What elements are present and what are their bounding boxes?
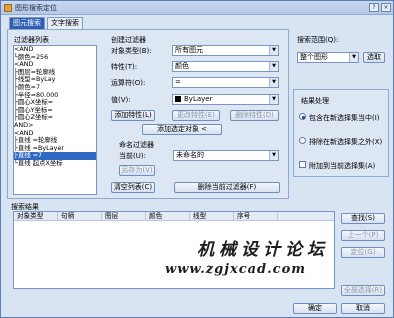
search-button[interactable]: 查找(S) bbox=[341, 213, 385, 224]
value-label: 值(V): bbox=[111, 96, 131, 104]
property-label: 特性(T): bbox=[111, 63, 138, 71]
create-filter-title: 创建过滤器 bbox=[111, 36, 146, 44]
delete-property-button[interactable]: 删除特性(D) bbox=[230, 110, 279, 121]
column-header[interactable]: 线型 bbox=[190, 212, 234, 221]
search-scope-label: 搜索范围(Q): bbox=[297, 36, 339, 44]
color-swatch bbox=[175, 96, 181, 102]
filter-list-item[interactable]: └直线 起点X坐标 bbox=[14, 159, 96, 168]
chevron-down-icon: ▼ bbox=[269, 62, 278, 71]
exclude-radio[interactable] bbox=[299, 137, 306, 144]
current-filter-select[interactable]: 未命名的 ▼ bbox=[173, 150, 279, 161]
tab-text-search[interactable]: 文字搜索 bbox=[47, 17, 83, 29]
search-scope-select[interactable]: 整个图形 ▼ bbox=[297, 52, 359, 63]
column-header[interactable]: 颜色 bbox=[146, 212, 190, 221]
column-header[interactable]: 对象类型 bbox=[14, 212, 58, 221]
append-label: 附加到当前选择集(A) bbox=[309, 162, 376, 170]
cancel-button[interactable]: 取消 bbox=[341, 303, 385, 314]
close-button[interactable]: × bbox=[381, 3, 391, 12]
object-type-label: 对象类型(B): bbox=[111, 47, 152, 55]
search-locate-dialog: 图形搜索定位 ? × 图元搜索 文字搜索 过滤器列表 <AND └颜色=256 <A… bbox=[0, 0, 394, 318]
chevron-down-icon: ▼ bbox=[349, 53, 358, 62]
chevron-down-icon: ▼ bbox=[269, 151, 278, 160]
add-selected-object-button[interactable]: 添加选定对象 < bbox=[142, 124, 222, 135]
results-header: 对象类型 句柄 图层 颜色 线型 序号 bbox=[14, 212, 334, 221]
chevron-down-icon: ▼ bbox=[269, 95, 278, 104]
column-header[interactable]: 图层 bbox=[102, 212, 146, 221]
help-button[interactable]: ? bbox=[369, 3, 379, 12]
append-checkbox[interactable] bbox=[299, 161, 306, 168]
previous-button[interactable]: 上一个(P) bbox=[341, 230, 385, 241]
title-bar: 图形搜索定位 ? × bbox=[1, 1, 393, 15]
add-property-button[interactable]: 添加特性(L) bbox=[111, 110, 155, 121]
app-icon bbox=[4, 4, 12, 12]
clear-list-button[interactable]: 清空列表(C) bbox=[111, 182, 155, 193]
chevron-down-icon: ▼ bbox=[269, 78, 278, 87]
delete-current-filter-button[interactable]: 删除当前过滤器(F) bbox=[174, 182, 280, 193]
search-results-table[interactable]: 对象类型 句柄 图层 颜色 线型 序号 bbox=[13, 211, 335, 289]
tab-entity-search[interactable]: 图元搜索 bbox=[9, 17, 45, 29]
column-header[interactable]: 序号 bbox=[234, 212, 278, 221]
include-label: 包含在新选择集当中(I) bbox=[309, 114, 380, 122]
current-filter-label: 当前(U): bbox=[119, 152, 146, 160]
operator-label: 运算符(O): bbox=[111, 79, 146, 87]
select-all-button[interactable]: 全部选择(R) bbox=[341, 285, 385, 296]
column-header[interactable]: 句柄 bbox=[58, 212, 102, 221]
chevron-down-icon: ▼ bbox=[269, 46, 278, 55]
named-filter-title: 命名过滤器 bbox=[119, 141, 154, 149]
filter-list-title: 过滤器列表 bbox=[14, 36, 49, 44]
locate-button[interactable]: 定位(G) bbox=[341, 247, 385, 258]
property-select[interactable]: 颜色 ▼ bbox=[172, 61, 279, 72]
edit-property-button[interactable]: 更改特性(E) bbox=[172, 110, 220, 121]
exclude-label: 排除在新选择集之外(X) bbox=[309, 138, 383, 146]
operator-select[interactable]: = ▼ bbox=[172, 77, 279, 88]
window-title: 图形搜索定位 bbox=[15, 4, 57, 12]
result-processing-title: 结果处理 bbox=[301, 97, 329, 105]
value-select[interactable]: ByLayer ▼ bbox=[172, 94, 279, 105]
save-as-button[interactable]: 另存为(V) bbox=[119, 165, 155, 176]
include-radio[interactable] bbox=[299, 113, 306, 120]
pick-button[interactable]: 选取 bbox=[363, 52, 385, 63]
filter-list-tree[interactable]: <AND └颜色=256 <AND ├图层=轮廓线 ├线型=ByLay ├颜色=7 ├半径=… bbox=[13, 45, 97, 195]
object-type-select[interactable]: 所有图元 ▼ bbox=[172, 45, 279, 56]
ok-button[interactable]: 确定 bbox=[293, 303, 337, 314]
